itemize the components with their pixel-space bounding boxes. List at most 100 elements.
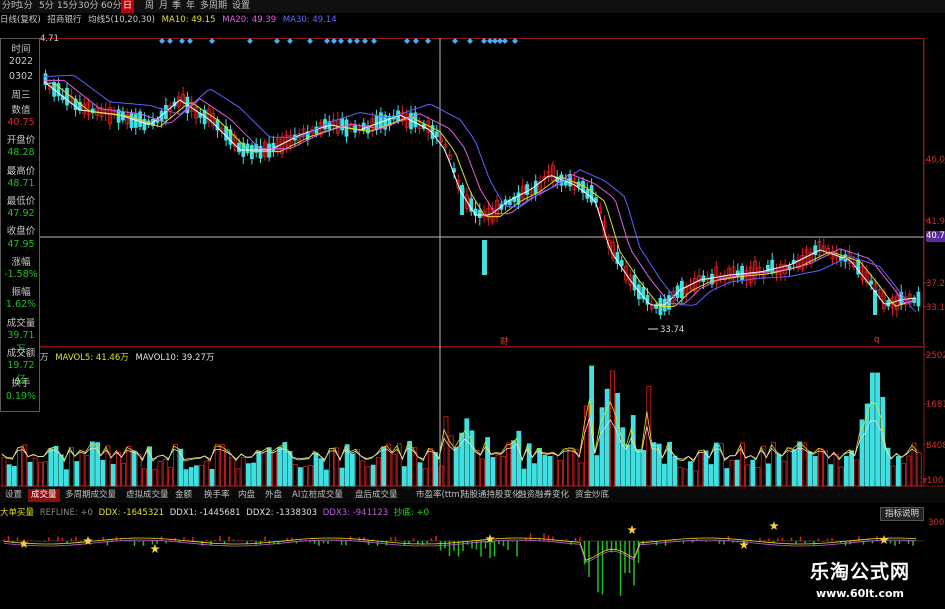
data-window-row: 47.95	[7, 238, 35, 250]
ddx-info: 大单买量 REFLINE: +0 DDX: -1645321 DDX1: -14…	[0, 507, 429, 519]
volume-bar	[724, 468, 730, 487]
indicator-tab-0[interactable]: 设置	[2, 489, 25, 502]
volume-bar	[558, 460, 563, 487]
ddx-value: DDX: -1645321	[98, 508, 165, 518]
candle-body	[619, 260, 624, 267]
volume-bar	[464, 418, 470, 487]
data-window-row: 时间	[11, 44, 31, 55]
volume-bar	[422, 468, 428, 487]
indicator-help-button[interactable]: 指标说明	[880, 507, 925, 521]
data-window-row: 数值	[11, 104, 31, 116]
volume-bar	[417, 462, 423, 487]
volume-bar	[157, 461, 163, 487]
volume-bar	[812, 456, 818, 487]
volume-bar	[703, 450, 709, 487]
candle-body	[916, 291, 921, 307]
indicator-tab-5[interactable]: 换手率	[201, 489, 233, 502]
indicator-tab-6[interactable]: 内盘	[235, 489, 258, 502]
data-window: 时间 2022 0302 周三 数值 40.75 开盘价 48.28 最高价 48.71 最低价 47…	[0, 38, 40, 412]
volume-bar	[615, 392, 620, 487]
volume-bar	[849, 450, 854, 487]
candle-body	[340, 117, 345, 131]
volume-bar	[682, 468, 688, 487]
candle-body	[525, 184, 529, 195]
volume-bar	[152, 468, 158, 487]
watermark-title: 乐淘公式网	[809, 561, 910, 583]
indicator-tab-8[interactable]: AI立桩成交量	[289, 489, 346, 502]
volume-bar	[662, 463, 667, 487]
volume-bar	[714, 442, 719, 487]
volume-bar	[589, 365, 594, 487]
volume-bar	[875, 372, 880, 487]
indicator-tab-1[interactable]: 成交量	[28, 489, 60, 502]
volume-bar	[584, 405, 589, 487]
volume-bar	[136, 454, 142, 487]
price-axis-label-2: 41.9	[926, 217, 945, 227]
data-window-row: 48.28	[7, 147, 35, 159]
volume-bar	[84, 454, 90, 487]
data-window-row: 48.71	[7, 177, 35, 189]
volume-bar	[261, 453, 267, 487]
volume-bar	[38, 461, 43, 487]
ddx-name: 大单买量	[0, 508, 35, 518]
candle-body	[701, 275, 706, 282]
volume-bar	[209, 468, 215, 487]
volume-bar	[183, 469, 189, 487]
indicator-tab-13[interactable]: 资金炒底	[572, 489, 612, 502]
candle-body	[267, 143, 272, 158]
volume-bar	[750, 459, 756, 487]
volume-bar	[277, 446, 283, 487]
star-signal-icon	[879, 535, 889, 544]
volume-bar	[11, 466, 17, 487]
volume-bar	[698, 452, 704, 487]
volume-bar	[916, 452, 922, 487]
volume-bar	[636, 449, 641, 487]
volume-bar	[230, 456, 236, 487]
volume-bar	[818, 448, 823, 487]
volume-bar	[266, 447, 272, 487]
indicator-tab-12[interactable]: 融资融券变化	[515, 489, 572, 502]
volume-bar	[625, 444, 631, 487]
volume-bar	[552, 454, 558, 487]
volume-bar	[604, 388, 610, 487]
indicator-tab-2[interactable]: 多周期成交量	[62, 489, 119, 502]
volume-bar	[162, 459, 168, 487]
indicator-tabs: 设置 成交量 多周期成交量 虚拟成交量 金额 换手率 内盘 外盘 AI立桩成交量 盘后成交量 市盈率…	[0, 488, 945, 503]
volume-bar	[313, 452, 319, 487]
volume-bar	[339, 467, 345, 487]
candle-body	[271, 142, 276, 152]
ddx2-value: DDX2: -1338303	[246, 508, 318, 518]
volume-bar	[542, 454, 548, 487]
volume-bar	[578, 462, 584, 487]
indicator-tab-9[interactable]: 盘后成交量	[352, 489, 401, 502]
event-marker-q[interactable]: q	[874, 335, 879, 345]
volume-bar	[355, 449, 361, 487]
volume-bar	[776, 454, 782, 487]
volume-bar	[17, 447, 23, 487]
candle-body	[434, 131, 439, 137]
indicator-tab-7[interactable]: 外盘	[262, 489, 285, 502]
indicator-tab-4[interactable]: 金额	[172, 489, 195, 502]
volume-bar	[688, 461, 693, 487]
indicator-tab-3[interactable]: 虚拟成交量	[123, 489, 172, 502]
volume-bar	[199, 464, 205, 487]
volume-bar	[890, 465, 896, 487]
volume-bar	[500, 456, 506, 487]
event-marker-cai[interactable]: 财	[500, 335, 509, 347]
data-window-row: 0.19%	[5, 390, 37, 402]
volume-bar	[245, 463, 251, 487]
indicator-tab-11[interactable]: 陆股通持股变化	[458, 489, 524, 502]
volume-bar	[256, 451, 262, 487]
volume-bar	[474, 450, 480, 487]
data-window-row: 振幅	[11, 287, 31, 299]
volume-bar	[43, 461, 48, 487]
volume-bar	[58, 454, 64, 487]
volume-bar	[734, 459, 740, 487]
data-window-row: 周三	[11, 89, 31, 101]
volume-bar	[610, 370, 615, 487]
candle-body	[482, 240, 487, 275]
site-watermark: 乐淘公式网 www.60lt.com	[780, 557, 940, 600]
price-top-label: 4.71	[40, 34, 59, 44]
volume-bar	[443, 416, 449, 487]
candle-body	[533, 180, 538, 194]
